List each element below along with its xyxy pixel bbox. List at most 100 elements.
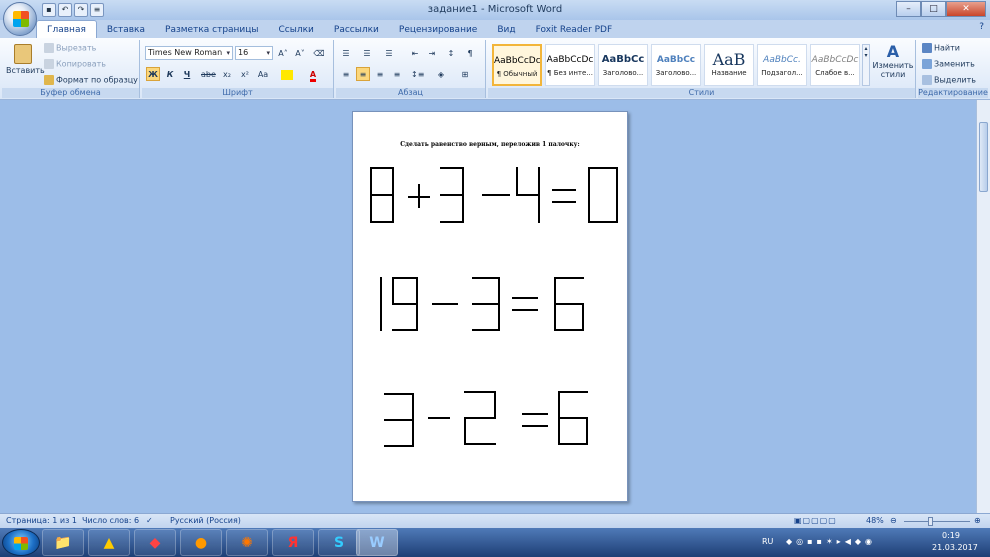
- style-heading-1[interactable]: AaBbCc Заголово...: [598, 44, 648, 86]
- outdent-icon: ⇤: [411, 49, 419, 58]
- taskbar-skype[interactable]: S: [318, 529, 360, 556]
- paste-button[interactable]: Вставить: [6, 42, 45, 86]
- tray-icons[interactable]: ◆◎▪▪✶▸◀◆◉: [786, 537, 876, 546]
- status-bar: Страница: 1 из 1 Число слов: 6 ✓ Русский…: [0, 513, 990, 528]
- increase-indent-button[interactable]: ⇥: [425, 46, 439, 60]
- style-heading-2[interactable]: AaBbCc Заголово...: [651, 44, 701, 86]
- tab-page-layout[interactable]: Разметка страницы: [155, 22, 269, 38]
- font-group: Times New Roman 16 A˄ A˅ ⌫ Ж К Ч abe x₂ …: [142, 40, 334, 98]
- font-name-select[interactable]: Times New Roman: [145, 46, 233, 60]
- underline-button[interactable]: Ч: [180, 67, 194, 81]
- numbering-button[interactable]: ☰: [360, 46, 374, 60]
- zoom-slider[interactable]: [904, 521, 970, 522]
- tab-mailings[interactable]: Рассылки: [324, 22, 389, 38]
- shrink-font-button[interactable]: A˅: [293, 46, 307, 60]
- maximize-button[interactable]: □: [921, 1, 946, 17]
- change-styles-button[interactable]: A Изменить стили: [872, 42, 914, 86]
- show-marks-button[interactable]: ¶: [463, 46, 477, 60]
- page-count[interactable]: Страница: 1 из 1: [6, 514, 77, 528]
- minimize-button[interactable]: –: [896, 1, 921, 17]
- font-size-select[interactable]: 16: [235, 46, 273, 60]
- word-count[interactable]: Число слов: 6: [82, 514, 139, 528]
- clipboard-group-label: Буфер обмена: [2, 88, 139, 98]
- italic-button[interactable]: К: [163, 67, 177, 81]
- clock-date[interactable]: 21.03.2017: [932, 543, 978, 552]
- proofing-icon[interactable]: ✓: [146, 514, 153, 528]
- replace-button[interactable]: Заменить: [922, 59, 975, 69]
- grow-font-button[interactable]: A˄: [276, 46, 290, 60]
- taskbar-explorer[interactable]: 📁: [42, 529, 84, 556]
- tray-language[interactable]: RU: [762, 537, 773, 546]
- style-subtitle[interactable]: AaBbCc. Подзагол...: [757, 44, 807, 86]
- style-title[interactable]: AaB Название: [704, 44, 754, 86]
- scissors-icon: [44, 43, 54, 53]
- clock-time[interactable]: 0:19: [942, 531, 960, 540]
- view-buttons[interactable]: ▣▢▢▢▢: [794, 514, 837, 528]
- start-button[interactable]: [2, 529, 40, 556]
- tab-foxit[interactable]: Foxit Reader PDF: [526, 22, 623, 38]
- vertical-scrollbar[interactable]: [976, 100, 990, 513]
- multilevel-button[interactable]: ☰: [382, 46, 396, 60]
- close-button[interactable]: ✕: [946, 1, 986, 17]
- editing-group-label: Редактирование: [918, 88, 988, 98]
- align-left-icon: ≡: [342, 70, 350, 79]
- red-app-icon: ◆: [149, 535, 161, 551]
- style-normal[interactable]: AaBbCcDc ¶ Обычный: [492, 44, 542, 86]
- taskbar-firefox[interactable]: ●: [180, 529, 222, 556]
- style-subtle-emphasis[interactable]: AaBbCcDc Слабое в...: [810, 44, 860, 86]
- taskbar-app-5[interactable]: ✺: [226, 529, 268, 556]
- taskbar-word[interactable]: W: [356, 529, 398, 556]
- shading-button[interactable]: ◈: [434, 67, 448, 81]
- pilcrow-icon: ¶: [467, 49, 473, 58]
- window-title: задание1 - Microsoft Word: [427, 4, 563, 15]
- zoom-level[interactable]: 48%: [866, 514, 884, 528]
- cut-button[interactable]: Вырезать: [44, 43, 96, 53]
- justify-button[interactable]: ≡: [390, 67, 404, 81]
- zoom-thumb[interactable]: [928, 517, 933, 526]
- style-no-spacing[interactable]: AaBbCcDc ¶ Без инте...: [545, 44, 595, 86]
- align-right-button[interactable]: ≡: [373, 67, 387, 81]
- cursor-icon: [922, 75, 932, 85]
- decrease-indent-button[interactable]: ⇤: [408, 46, 422, 60]
- align-left-button[interactable]: ≡: [339, 67, 353, 81]
- superscript-button[interactable]: x²: [238, 67, 252, 81]
- format-painter-button[interactable]: Формат по образцу: [44, 75, 138, 85]
- scroll-thumb[interactable]: [979, 122, 988, 192]
- strikethrough-button[interactable]: abe: [200, 67, 217, 81]
- styles-scroll[interactable]: ▴ ▾: [862, 44, 870, 86]
- language-indicator[interactable]: Русский (Россия): [170, 514, 241, 528]
- clear-format-button[interactable]: ⌫: [312, 46, 326, 60]
- multilevel-icon: ☰: [385, 49, 393, 58]
- line-spacing-button[interactable]: ↕≡: [410, 67, 425, 81]
- tab-insert[interactable]: Вставка: [97, 22, 155, 38]
- tab-references[interactable]: Ссылки: [269, 22, 324, 38]
- styles-group: AaBbCcDc ¶ Обычный AaBbCcDc ¶ Без инте... …: [488, 40, 916, 98]
- highlight-button[interactable]: [280, 67, 294, 81]
- zoom-out-button[interactable]: ⊖: [890, 514, 897, 528]
- bullets-button[interactable]: ☰: [339, 46, 353, 60]
- sort-button[interactable]: ↕: [444, 46, 458, 60]
- align-center-button[interactable]: ≡: [356, 67, 370, 81]
- tab-view[interactable]: Вид: [487, 22, 525, 38]
- font-color-icon: A: [309, 70, 317, 82]
- triangle-app-icon: ▲: [103, 535, 115, 551]
- borders-icon: ⊞: [461, 70, 469, 79]
- taskbar-yandex[interactable]: Я: [272, 529, 314, 556]
- zoom-in-button[interactable]: ⊕: [974, 514, 981, 528]
- bold-button[interactable]: Ж: [146, 67, 160, 81]
- help-icon[interactable]: ?: [979, 22, 984, 32]
- tab-home[interactable]: Главная: [36, 20, 97, 38]
- select-button[interactable]: Выделить: [922, 75, 976, 85]
- subscript-button[interactable]: x₂: [220, 67, 234, 81]
- change-case-button[interactable]: Aa: [256, 67, 270, 81]
- taskbar-app-2[interactable]: ▲: [88, 529, 130, 556]
- tab-review[interactable]: Рецензирование: [389, 22, 487, 38]
- copy-button[interactable]: Копировать: [44, 59, 106, 69]
- title-bar: ▪ ↶ ↷ ≡ задание1 - Microsoft Word – □ ✕: [0, 0, 990, 20]
- office-button[interactable]: [3, 2, 37, 36]
- taskbar-app-3[interactable]: ◆: [134, 529, 176, 556]
- font-color-button[interactable]: A: [306, 67, 320, 82]
- find-button[interactable]: Найти: [922, 43, 960, 53]
- document-page[interactable]: Сделать равенство верным, переложив 1 па…: [352, 111, 628, 502]
- borders-button[interactable]: ⊞: [458, 67, 472, 81]
